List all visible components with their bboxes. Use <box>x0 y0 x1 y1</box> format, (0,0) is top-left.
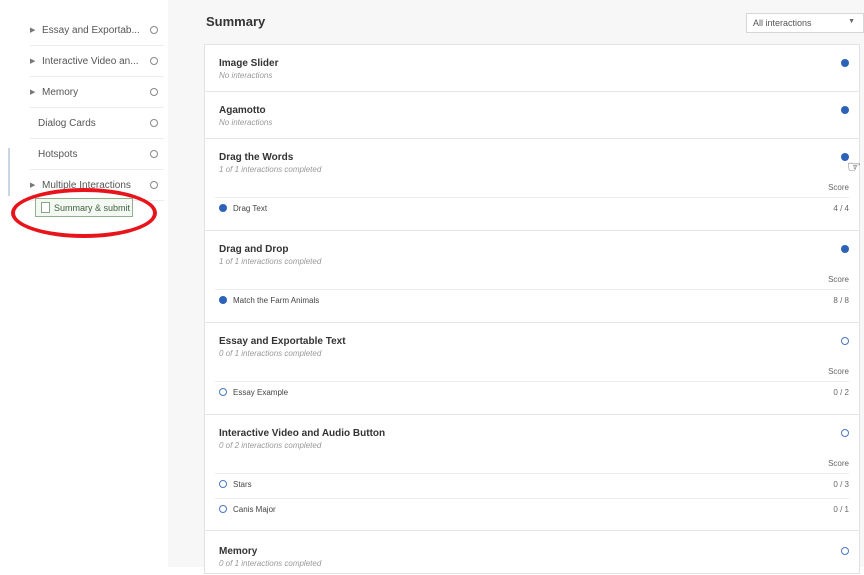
interaction-row[interactable]: Essay Example 0 / 2 <box>215 381 849 403</box>
incomplete-circle-icon <box>841 547 849 555</box>
page-title: Summary <box>206 14 266 29</box>
expand-arrow-icon[interactable]: ▶ <box>30 181 42 189</box>
filter-selected-value: All interactions <box>753 18 812 28</box>
sidebar-item-label: Interactive Video an... <box>42 55 139 67</box>
score-label: Score <box>828 459 849 468</box>
summary-section-drag-the-words[interactable]: Drag the Words 1 of 1 interactions compl… <box>205 139 859 231</box>
highlight-circle-annotation <box>11 188 157 238</box>
hand-pointer-cursor-icon: ☞ <box>847 159 862 176</box>
interaction-score: 0 / 2 <box>833 388 849 397</box>
completed-dot-icon <box>841 59 849 67</box>
status-circle-icon <box>150 88 158 96</box>
expand-arrow-icon[interactable]: ▶ <box>30 88 42 96</box>
section-subtitle: No interactions <box>219 118 273 127</box>
incomplete-circle-icon <box>219 505 227 513</box>
interaction-score: 0 / 3 <box>833 480 849 489</box>
status-circle-icon <box>150 57 158 65</box>
interaction-score: 4 / 4 <box>833 204 849 213</box>
sidebar-item-label: Essay and Exportab... <box>42 24 140 36</box>
interactions-filter-select[interactable]: All interactions ▼ <box>746 13 864 33</box>
summary-section-interactive-video[interactable]: Interactive Video and Audio Button 0 of … <box>205 415 859 531</box>
incomplete-circle-icon <box>219 388 227 396</box>
summary-section-drag-and-drop[interactable]: Drag and Drop 1 of 1 interactions comple… <box>205 231 859 323</box>
expand-arrow-icon[interactable]: ▶ <box>30 57 42 65</box>
chevron-down-icon: ▼ <box>848 18 855 25</box>
sidebar-item-memory[interactable]: ▶ Memory <box>30 77 164 108</box>
score-label: Score <box>828 367 849 376</box>
sidebar-item-interactive-video[interactable]: ▶ Interactive Video an... <box>30 46 164 77</box>
section-subtitle: 0 of 1 interactions completed <box>219 349 322 358</box>
section-subtitle: No interactions <box>219 71 273 80</box>
sidebar-item-label: Memory <box>42 86 79 98</box>
status-circle-icon <box>150 181 158 189</box>
section-title: Essay and Exportable Text <box>219 336 346 347</box>
sidebar-item-label: Dialog Cards <box>38 117 96 129</box>
interaction-row[interactable]: Canis Major 0 / 1 <box>215 498 849 520</box>
interaction-label: Stars <box>233 480 252 489</box>
summary-section-essay[interactable]: Essay and Exportable Text 0 of 1 interac… <box>205 323 859 415</box>
interaction-label: Essay Example <box>233 388 289 397</box>
incomplete-circle-icon <box>219 480 227 488</box>
summary-panel: Image Slider No interactions Agamotto No… <box>204 44 860 574</box>
status-circle-icon <box>150 26 158 34</box>
status-circle-icon <box>150 119 158 127</box>
sidebar-item-essay[interactable]: ▶ Essay and Exportab... <box>30 15 164 46</box>
summary-section-memory[interactable]: Memory 0 of 1 interactions completed <box>205 531 859 575</box>
section-subtitle: 1 of 1 interactions completed <box>219 257 322 266</box>
sidebar-active-indicator <box>8 148 10 196</box>
score-label: Score <box>828 275 849 284</box>
status-circle-icon <box>150 150 158 158</box>
interaction-row[interactable]: Stars 0 / 3 <box>215 473 849 495</box>
section-subtitle: 1 of 1 interactions completed <box>219 165 322 174</box>
section-title: Interactive Video and Audio Button <box>219 428 386 439</box>
section-title: Drag and Drop <box>219 244 289 255</box>
score-label: Score <box>828 183 849 192</box>
main-content: Summary All interactions ▼ Image Slider … <box>168 0 864 574</box>
interaction-label: Drag Text <box>233 204 268 213</box>
summary-section-image-slider[interactable]: Image Slider No interactions <box>205 45 859 92</box>
completed-dot-icon <box>841 106 849 114</box>
sidebar-item-hotspots[interactable]: Hotspots <box>30 139 164 170</box>
interaction-score: 8 / 8 <box>833 296 849 305</box>
sidebar: ▶ Essay and Exportab... ▶ Interactive Vi… <box>0 0 169 567</box>
interaction-label: Canis Major <box>233 505 276 514</box>
section-subtitle: 0 of 2 interactions completed <box>219 441 322 450</box>
summary-section-agamotto[interactable]: Agamotto No interactions <box>205 92 859 139</box>
completed-dot-icon <box>219 296 227 304</box>
incomplete-circle-icon <box>841 337 849 345</box>
completed-dot-icon <box>219 204 227 212</box>
interaction-row[interactable]: Drag Text 4 / 4 <box>215 197 849 219</box>
interaction-score: 0 / 1 <box>833 505 849 514</box>
sidebar-item-label: Hotspots <box>38 148 78 160</box>
section-title: Image Slider <box>219 58 279 69</box>
completed-dot-icon <box>841 245 849 253</box>
interaction-label: Match the Farm Animals <box>233 296 320 305</box>
sidebar-item-dialog-cards[interactable]: Dialog Cards <box>30 108 164 139</box>
interaction-row[interactable]: Match the Farm Animals 8 / 8 <box>215 289 849 311</box>
section-title: Drag the Words <box>219 152 294 163</box>
section-title: Memory <box>219 546 258 557</box>
expand-arrow-icon[interactable]: ▶ <box>30 26 42 34</box>
incomplete-circle-icon <box>841 429 849 437</box>
section-title: Agamotto <box>219 105 266 116</box>
